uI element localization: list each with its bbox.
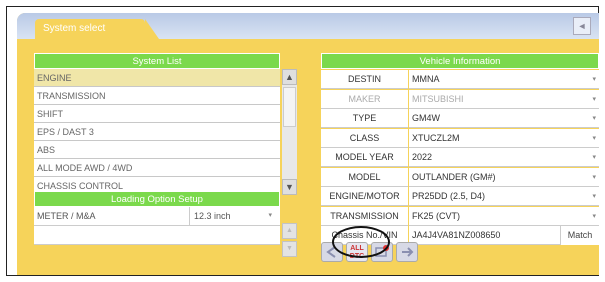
option-value: 12.3 inch	[194, 211, 231, 221]
transmission-value[interactable]: FK25 (CVT) ▾	[409, 206, 599, 226]
match-button[interactable]: Match	[560, 226, 599, 245]
destin-text: MMNA	[412, 74, 440, 84]
option-name: METER / M&A	[37, 211, 96, 221]
scroll-up-icon[interactable]: ▲	[282, 69, 297, 85]
table-row: ENGINE/MOTOR PR25DD (2.5, D4) ▾	[321, 187, 599, 207]
scroll-up-icon[interactable]: ▲	[282, 223, 297, 239]
class-text: XTUCZL2M	[412, 132, 460, 143]
dropdown-icon[interactable]: ▾	[592, 168, 596, 187]
system-list: ENGINE TRANSMISSION SHIFT EPS / DAST 3 A…	[34, 69, 280, 195]
maker-value: MITSUBISHI ▾	[409, 89, 599, 109]
dropdown-icon[interactable]: ▾	[592, 70, 596, 89]
dropdown-icon[interactable]: ▾	[592, 109, 596, 128]
transmission-text: FK25 (CVT)	[412, 210, 461, 221]
destin-value[interactable]: MMNA ▾	[409, 70, 599, 89]
class-label: CLASS	[321, 128, 408, 148]
loading-option-list: METER / M&A 12.3 inch ▾	[34, 207, 280, 245]
model-value[interactable]: OUTLANDER (GM#) ▾	[409, 167, 599, 187]
dropdown-icon[interactable]: ▾	[592, 187, 596, 206]
vin-value[interactable]: JA4J4VA81NZ008650 Match	[409, 226, 599, 245]
system-item-eps[interactable]: EPS / DAST 3	[34, 123, 280, 141]
table-row: CLASS XTUCZL2M ▾	[321, 128, 599, 149]
vin-text: JA4J4VA81NZ008650	[412, 230, 501, 240]
system-item-awd[interactable]: ALL MODE AWD / 4WD	[34, 159, 280, 177]
dropdown-icon: ▾	[592, 95, 596, 103]
next-icon[interactable]	[396, 242, 418, 262]
table-row: MAKER MITSUBISHI ▾	[321, 89, 599, 110]
scroll-thumb[interactable]	[283, 87, 296, 127]
table-row: TRANSMISSION FK25 (CVT) ▾	[321, 206, 599, 227]
type-label: TYPE	[321, 109, 408, 128]
dropdown-icon[interactable]: ▾	[592, 148, 596, 167]
highlight-circle	[332, 226, 390, 258]
class-value[interactable]: XTUCZL2M ▾	[409, 128, 599, 148]
maker-label: MAKER	[321, 89, 408, 109]
model-year-label: MODEL YEAR	[321, 148, 408, 167]
list-item	[34, 226, 280, 245]
tab-system-select[interactable]: System select	[35, 19, 159, 39]
table-row: MODEL OUTLANDER (GM#) ▾	[321, 167, 599, 188]
system-item-shift[interactable]: SHIFT	[34, 105, 280, 123]
model-text: OUTLANDER (GM#)	[412, 171, 496, 182]
engine-motor-label: ENGINE/MOTOR	[321, 187, 408, 206]
table-row: TYPE GM4W ▾	[321, 109, 599, 129]
system-list-scrollbar[interactable]: ▲ ▼	[282, 69, 297, 195]
type-text: GM4W	[412, 113, 440, 123]
list-item: METER / M&A 12.3 inch ▾	[34, 207, 280, 226]
system-item-abs[interactable]: ABS	[34, 141, 280, 159]
back-arrow-icon[interactable]: ◄	[573, 17, 591, 35]
transmission-label: TRANSMISSION	[321, 206, 408, 226]
title-bar: System select ◄	[17, 13, 599, 39]
model-year-text: 2022	[412, 152, 433, 162]
engine-motor-value[interactable]: PR25DD (2.5, D4) ▾	[409, 187, 599, 206]
dropdown-icon[interactable]: ▾	[268, 207, 272, 225]
system-item-transmission[interactable]: TRANSMISSION	[34, 87, 280, 105]
maker-text: MITSUBISHI	[412, 93, 464, 104]
dropdown-icon[interactable]: ▾	[592, 207, 596, 226]
loading-option-header: Loading Option Setup	[34, 191, 280, 207]
vehicle-info-table: DESTIN MMNA ▾ MAKER MITSUBISHI ▾ TYPE GM4W…	[321, 70, 599, 246]
system-item-engine[interactable]: ENGINE	[34, 69, 280, 87]
option-value-select[interactable]: 12.3 inch ▾	[189, 207, 276, 225]
scroll-down-icon[interactable]: ▼	[282, 179, 297, 195]
dropdown-icon[interactable]: ▾	[592, 129, 596, 148]
destin-label: DESTIN	[321, 70, 408, 89]
scroll-down-icon[interactable]: ▼	[282, 241, 297, 257]
vehicle-info-header: Vehicle Information	[321, 53, 599, 69]
table-row: MODEL YEAR 2022 ▾	[321, 148, 599, 168]
model-year-value[interactable]: 2022 ▾	[409, 148, 599, 167]
app-window: System select ◄ System List ENGINE TRANS…	[17, 13, 599, 275]
engine-motor-text: PR25DD (2.5, D4)	[412, 191, 486, 201]
table-row: DESTIN MMNA ▾	[321, 70, 599, 90]
system-list-header: System List	[34, 53, 280, 69]
model-label: MODEL	[321, 167, 408, 187]
type-value[interactable]: GM4W ▾	[409, 109, 599, 128]
